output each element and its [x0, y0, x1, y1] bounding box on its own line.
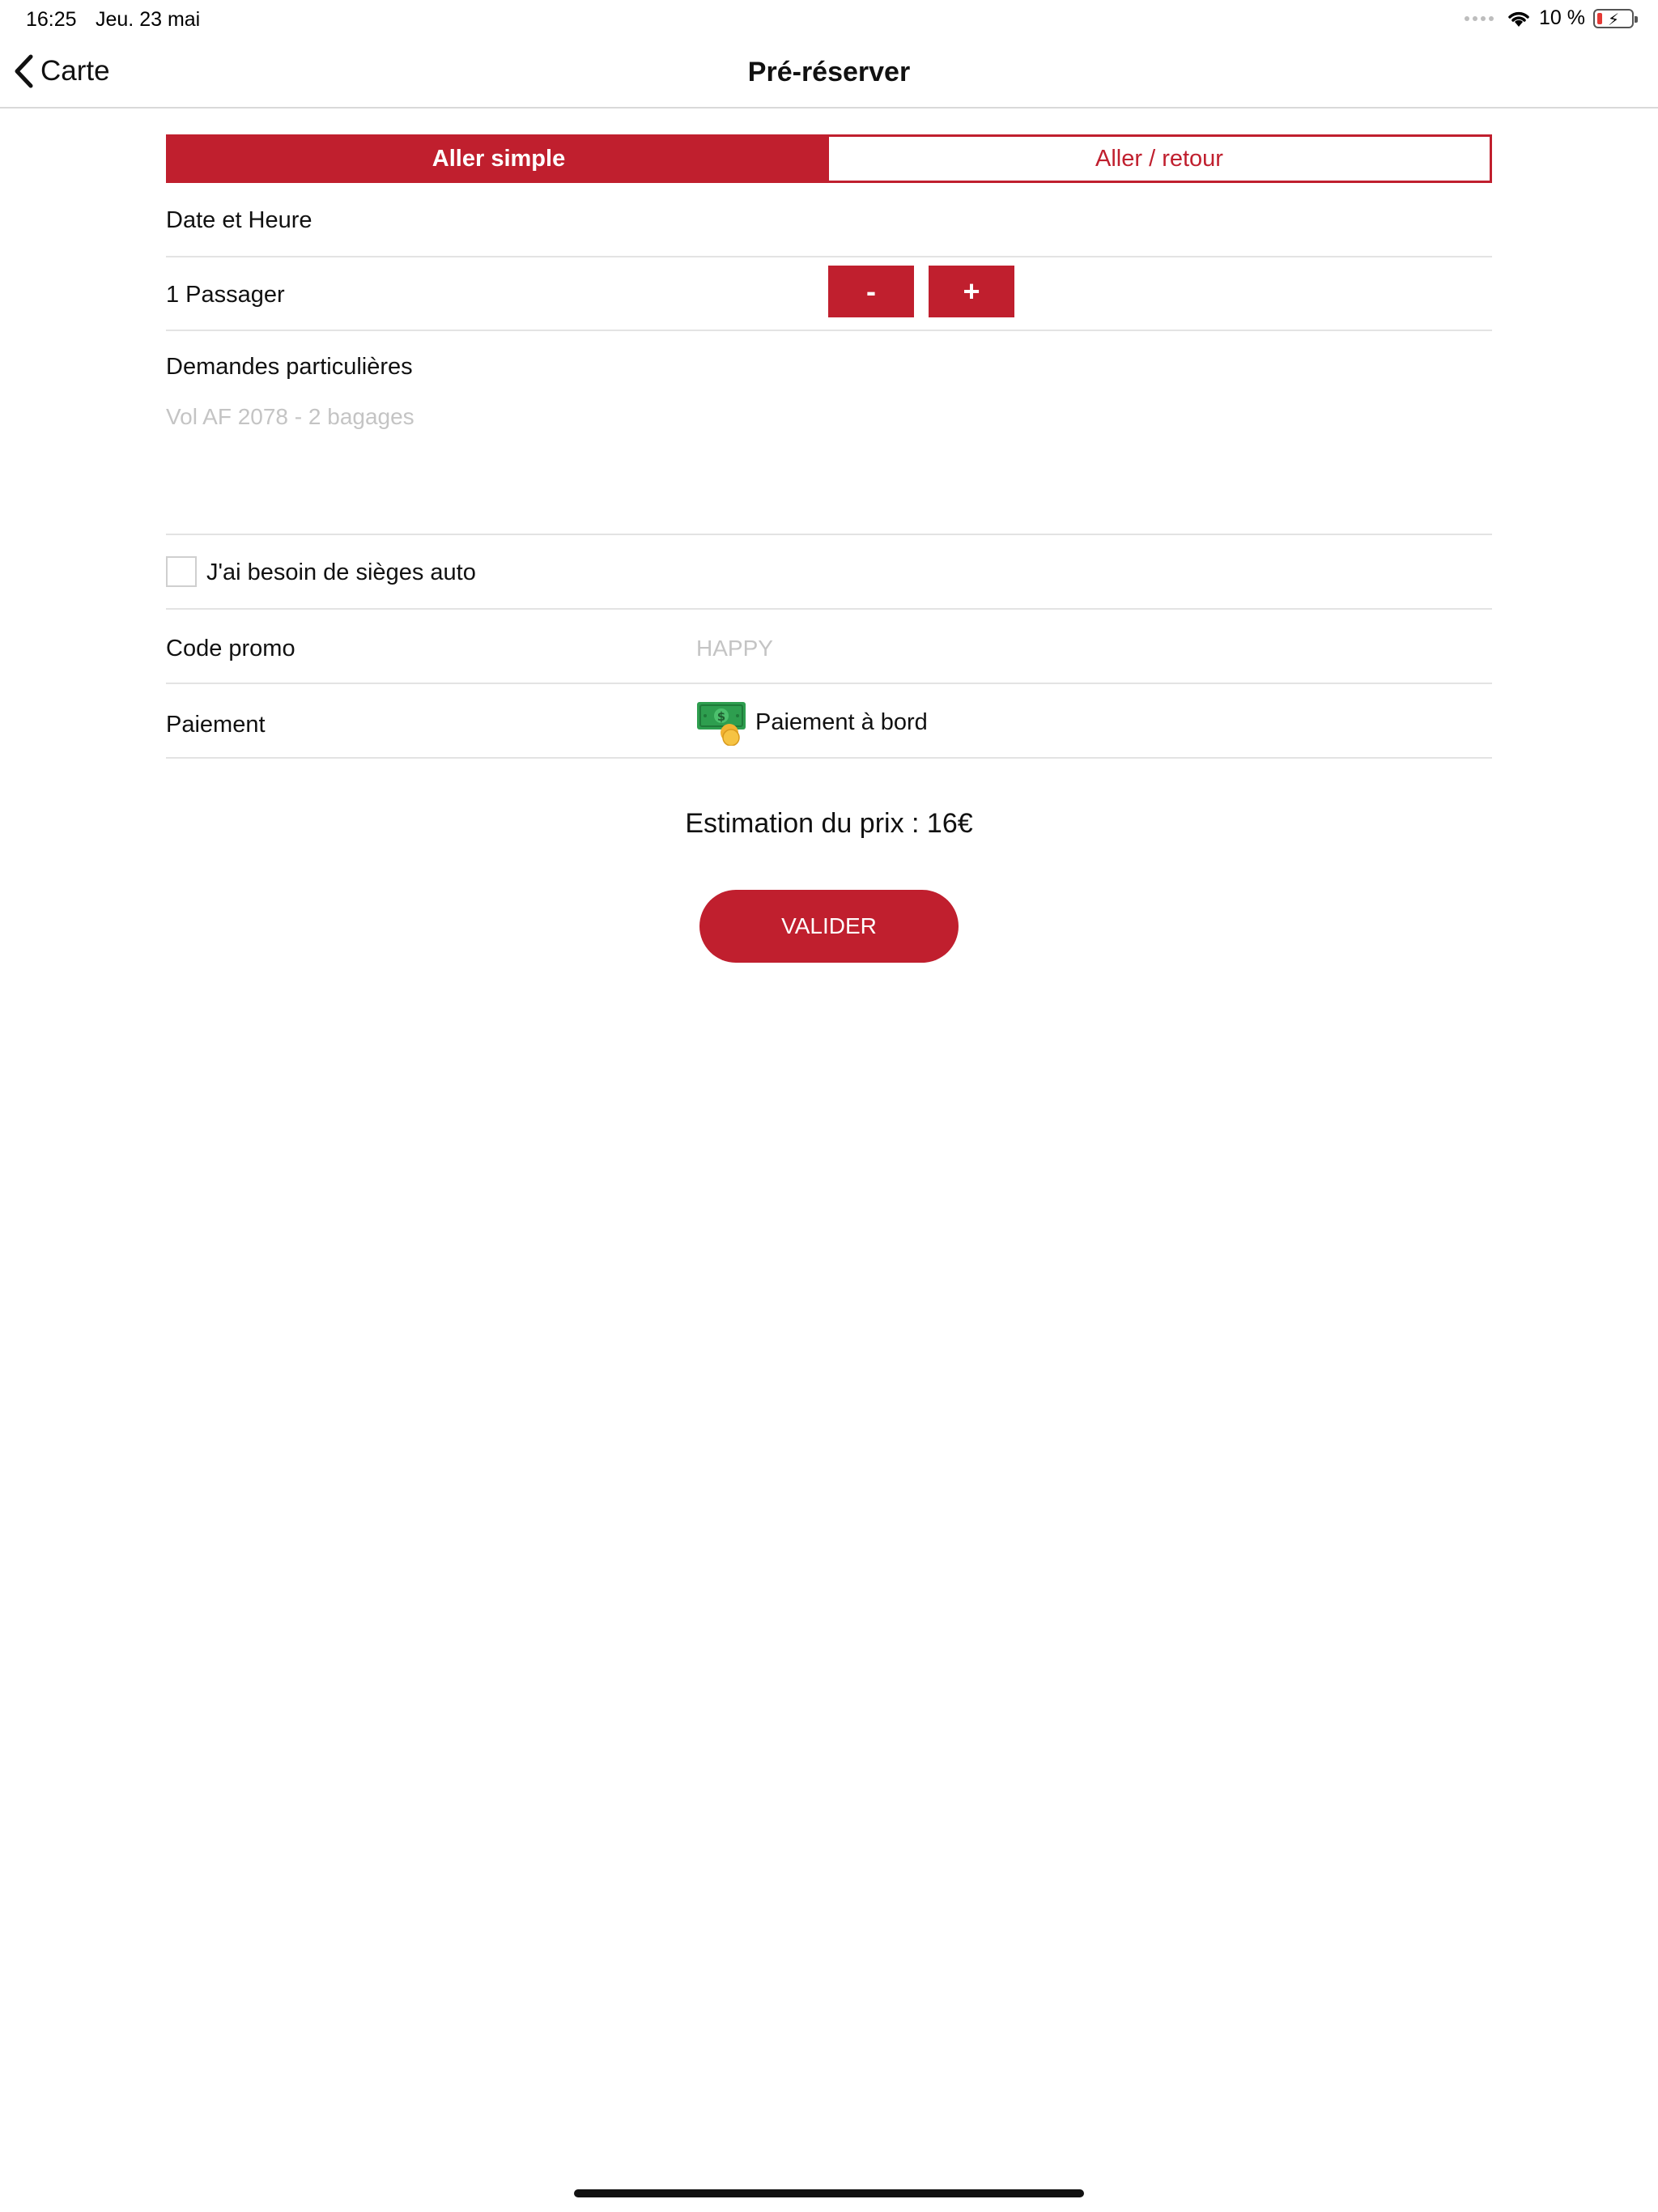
payment-method-selector[interactable]: $ Paiement à bord	[695, 699, 928, 746]
increment-passenger-button[interactable]: +	[929, 266, 1014, 317]
home-indicator[interactable]	[574, 2189, 1084, 2197]
battery-percent: 10 %	[1539, 6, 1585, 29]
child-seat-row: J'ai besoin de sièges auto	[166, 535, 1492, 610]
status-indicators: 10 % ⚡	[1465, 6, 1638, 30]
tab-one-way[interactable]: Aller simple	[168, 137, 829, 181]
child-seat-checkbox[interactable]	[166, 556, 197, 587]
price-estimate: Estimation du prix : 16€	[685, 808, 973, 839]
passenger-row: 1 Passager - +	[166, 257, 1492, 331]
payment-row: Paiement $ Paiement à bord	[166, 684, 1492, 759]
page-title: Pré-réserver	[747, 57, 911, 87]
special-requests-label: Demandes particulières	[166, 354, 413, 380]
special-requests-input[interactable]	[166, 404, 1492, 501]
status-bar: 16:25 Jeu. 23 mai 10 % ⚡	[0, 0, 1658, 37]
payment-method-label: Paiement à bord	[755, 708, 928, 735]
cash-icon: $	[697, 702, 746, 746]
promo-code-input[interactable]	[696, 632, 1425, 665]
date-time-label: Date et Heure	[166, 207, 312, 233]
decrement-passenger-button[interactable]: -	[828, 266, 914, 317]
payment-label: Paiement	[166, 712, 266, 738]
svg-text:$: $	[717, 709, 725, 724]
submit-button[interactable]: VALIDER	[699, 890, 959, 963]
status-date: Jeu. 23 mai	[96, 8, 201, 31]
special-requests-row: Demandes particulières	[166, 331, 1492, 535]
passenger-count-label: 1 Passager	[166, 282, 285, 308]
promo-code-row: Code promo	[166, 610, 1492, 684]
date-time-row[interactable]: Date et Heure	[166, 183, 1492, 257]
cellular-signal-icon	[1465, 15, 1494, 21]
trip-type-segmented-control: Aller simple Aller / retour	[166, 134, 1492, 183]
promo-code-label: Code promo	[166, 636, 295, 661]
navigation-bar: Carte Pré-réserver	[0, 37, 1658, 108]
wifi-icon	[1508, 11, 1529, 27]
tab-round-trip[interactable]: Aller / retour	[829, 137, 1490, 181]
status-time: 16:25	[26, 8, 77, 31]
battery-charging-icon: ⚡	[1593, 8, 1638, 29]
booking-form: Aller simple Aller / retour Date et Heur…	[166, 134, 1492, 963]
child-seat-label: J'ai besoin de sièges auto	[206, 559, 476, 585]
